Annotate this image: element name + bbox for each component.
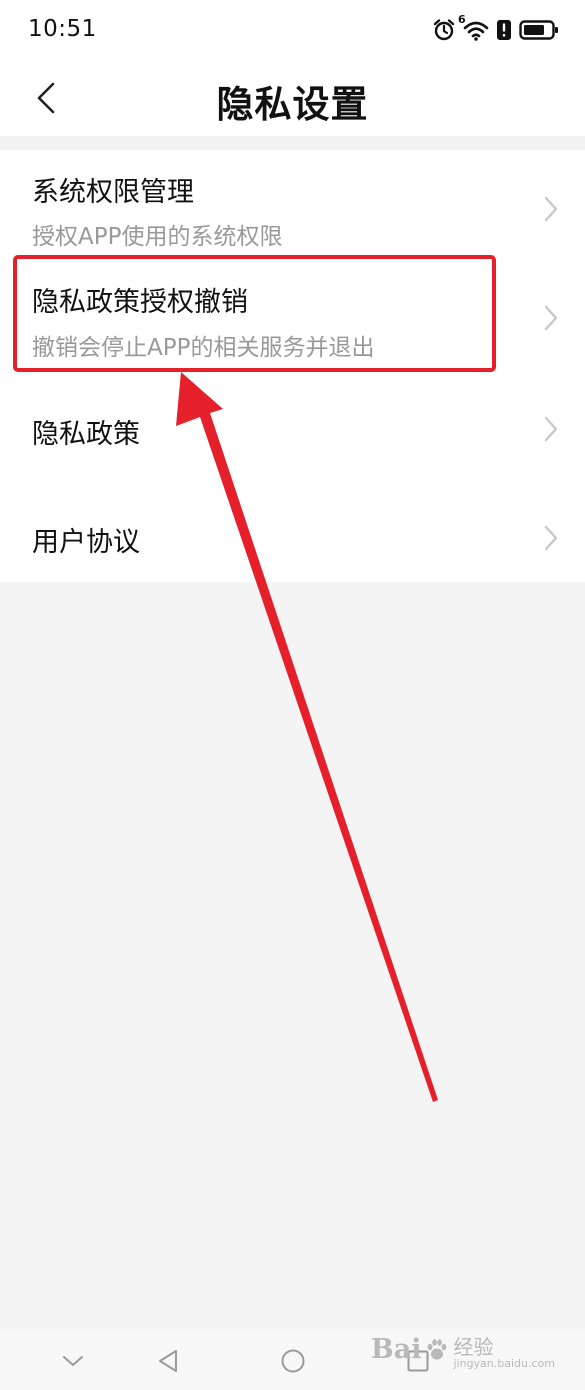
list-item-privacy-policy[interactable]: 隐私政策	[0, 370, 585, 476]
chevron-right-icon	[544, 416, 558, 442]
collapse-icon	[63, 1356, 83, 1366]
settings-list: 系统权限管理 授权APP使用的系统权限 隐私政策授权撤销 撤销会停止APP的相关…	[0, 150, 585, 582]
nav-collapse-button[interactable]	[55, 1346, 91, 1376]
list-item-title: 隐私政策授权撤销	[32, 287, 248, 318]
list-item-title: 隐私政策	[32, 419, 140, 450]
alarm-icon	[433, 19, 455, 41]
header-bar: 隐私设置	[0, 62, 585, 136]
navigation-bar	[0, 1330, 585, 1390]
status-time: 10:51	[28, 16, 97, 42]
recents-square-icon	[407, 1350, 429, 1372]
header-separator	[0, 136, 585, 150]
list-item-subtitle: 授权APP使用的系统权限	[32, 224, 283, 250]
list-item-system-permissions[interactable]: 系统权限管理 授权APP使用的系统权限	[0, 150, 585, 256]
alert-icon	[497, 20, 511, 40]
home-circle-icon	[281, 1349, 305, 1373]
empty-content-area	[0, 582, 585, 1330]
list-item-title: 系统权限管理	[32, 177, 194, 208]
status-icons: 6	[433, 13, 559, 44]
back-triangle-icon	[159, 1350, 177, 1372]
nav-recents-button[interactable]	[400, 1346, 436, 1376]
nav-back-button[interactable]	[150, 1346, 186, 1376]
wifi-superscript: 6	[458, 13, 466, 26]
chevron-right-icon	[544, 305, 558, 331]
list-item-title: 用户协议	[32, 527, 140, 558]
battery-icon	[519, 19, 559, 41]
status-bar: 10:51 6	[0, 0, 585, 62]
list-item-user-agreement[interactable]: 用户协议	[0, 476, 585, 582]
chevron-right-icon	[544, 525, 558, 551]
list-item-subtitle: 撤销会停止APP的相关服务并退出	[32, 335, 375, 361]
nav-home-button[interactable]	[275, 1346, 311, 1376]
list-item-privacy-revoke[interactable]: 隐私政策授权撤销 撤销会停止APP的相关服务并退出	[0, 256, 585, 370]
page-title: 隐私设置	[216, 83, 369, 126]
chevron-right-icon	[544, 196, 558, 222]
wifi-icon: 6	[458, 13, 489, 41]
